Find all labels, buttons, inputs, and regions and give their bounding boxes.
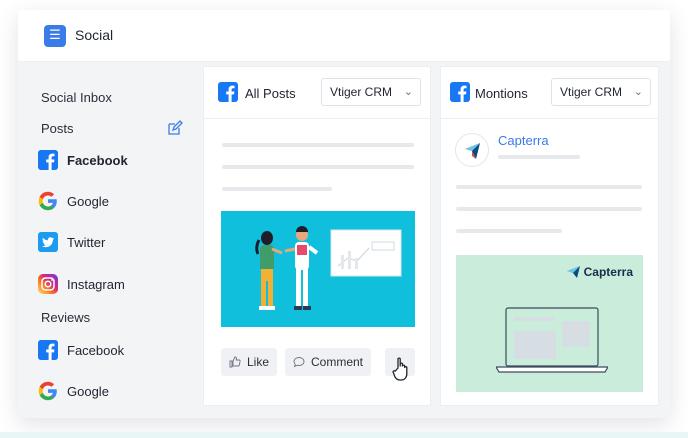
all-posts-column: All Posts Vtiger CRM ⌄ Like Comment: [203, 66, 431, 406]
column-title: All Posts: [245, 86, 296, 101]
hand-cursor-icon: [392, 357, 408, 381]
placeholder-line: [456, 207, 642, 211]
google-icon: [38, 191, 57, 211]
google-icon: [38, 381, 57, 401]
sidebar-item-posts-facebook[interactable]: Facebook: [38, 145, 188, 175]
facebook-icon: [218, 82, 238, 102]
capterra-logo-icon: [465, 143, 480, 159]
placeholder-line: [222, 187, 332, 191]
capterra-logo-icon: [566, 266, 580, 278]
facebook-icon: [450, 82, 470, 102]
placeholder-line: [222, 165, 414, 169]
comment-label: Comment: [311, 355, 364, 369]
column-title: Montions: [475, 86, 528, 101]
sidebar-item-posts-twitter[interactable]: Twitter: [38, 227, 188, 257]
comment-icon: [293, 357, 305, 368]
post-illustration: [221, 211, 415, 327]
all-posts-header: All Posts Vtiger CRM ⌄: [204, 67, 430, 119]
chevron-down-icon: ⌄: [403, 85, 413, 98]
sidebar-item-label: Facebook: [67, 342, 125, 358]
sidebar-item-label: Instagram: [67, 276, 125, 292]
sidebar: Social Inbox Posts Facebook Google Twitt…: [30, 70, 194, 406]
sidebar-item-label: Google: [67, 383, 109, 399]
twitter-icon: [38, 232, 58, 252]
app-title: Social: [75, 27, 114, 43]
instagram-icon: [38, 274, 58, 294]
sidebar-item-label: Google: [67, 193, 109, 209]
sidebar-item-label: Facebook: [67, 152, 128, 168]
sidebar-item-reviews-google[interactable]: Google: [38, 376, 188, 406]
capterra-avatar: [455, 133, 489, 167]
social-app-window: ☰ Social Social Inbox Posts Facebook Goo…: [18, 10, 670, 418]
reviews-heading: Reviews: [41, 310, 91, 325]
placeholder-line: [498, 155, 580, 159]
account-select[interactable]: Vtiger CRM ⌄: [551, 78, 651, 106]
top-bar: ☰ Social: [18, 10, 670, 62]
capterra-brand-text: Capterra: [583, 265, 633, 279]
sidebar-item-social-inbox[interactable]: Social Inbox: [41, 90, 112, 105]
capterra-brand: Capterra: [566, 265, 633, 279]
like-label: Like: [247, 355, 270, 369]
comment-button[interactable]: Comment: [285, 348, 372, 376]
edit-icon[interactable]: [167, 120, 183, 136]
facebook-icon: [38, 340, 58, 360]
select-value: Vtiger CRM: [560, 85, 623, 99]
list-icon[interactable]: ☰: [44, 25, 66, 47]
sidebar-item-posts-google[interactable]: Google: [38, 186, 188, 216]
mentions-header: Montions Vtiger CRM ⌄: [441, 67, 658, 119]
sidebar-item-posts-instagram[interactable]: Instagram: [38, 269, 188, 299]
placeholder-line: [456, 229, 562, 233]
laptop-illustration: [496, 307, 608, 373]
facebook-icon: [38, 150, 58, 170]
like-button[interactable]: Like: [221, 348, 278, 376]
mention-illustration: Capterra: [456, 255, 643, 392]
placeholder-line: [222, 143, 414, 147]
bottom-divider: [0, 432, 688, 438]
account-select[interactable]: Vtiger CRM ⌄: [321, 78, 421, 106]
mention-author-link[interactable]: Capterra: [498, 133, 549, 148]
thumbs-up-icon: [229, 356, 241, 368]
select-value: Vtiger CRM: [330, 85, 393, 99]
sidebar-item-label: Twitter: [67, 234, 106, 250]
posts-heading: Posts: [41, 121, 74, 136]
chevron-down-icon: ⌄: [633, 85, 643, 98]
mentions-column: Montions Vtiger CRM ⌄ Capterra Capterra: [440, 66, 659, 406]
placeholder-line: [456, 185, 642, 189]
sidebar-item-reviews-facebook[interactable]: Facebook: [38, 335, 188, 365]
